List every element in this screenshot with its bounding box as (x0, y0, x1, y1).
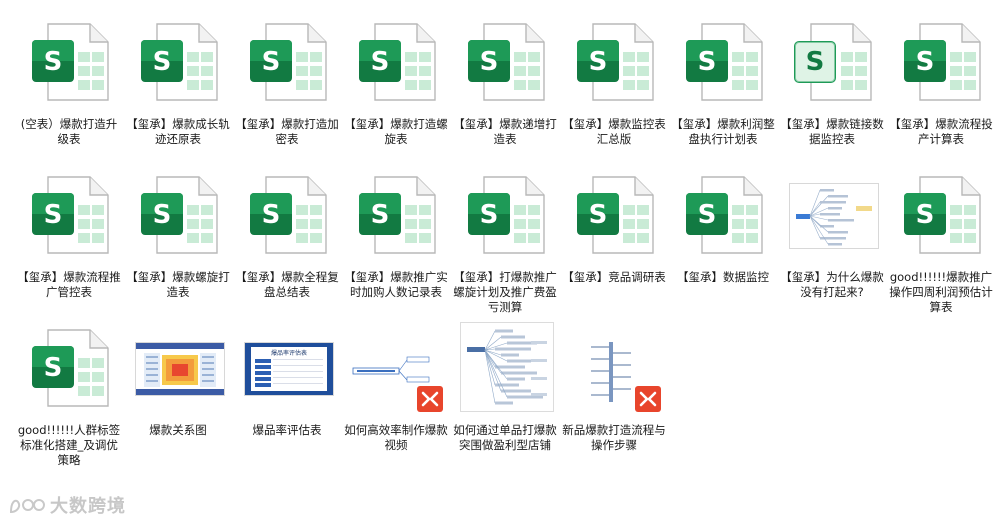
file-name: 【玺承】爆款推广实时加购人数记录表 (344, 270, 448, 299)
svg-text:S: S (589, 200, 608, 230)
file-item[interactable]: 爆品率评估表 爆品率评估表 (238, 320, 338, 438)
xmind-badge-icon (635, 386, 661, 412)
svg-text:S: S (44, 353, 63, 383)
excel-file-icon: S (674, 14, 774, 110)
file-item[interactable]: S 【玺承】爆款利润整盘执行计划表 (671, 14, 775, 147)
file-name: 【玺承】竞品调研表 (562, 270, 666, 284)
svg-text:S: S (153, 47, 172, 77)
file-name: 新品爆款打造流程与操作步骤 (562, 423, 666, 452)
file-name: good!!!!!!爆款推广操作四周利润预估计算表 (889, 270, 993, 314)
excel-file-icon: S (892, 14, 992, 110)
excel-file-icon: S (892, 167, 992, 263)
excel-file-icon: S (674, 167, 774, 263)
file-item[interactable]: 爆款关系图 (129, 320, 229, 438)
svg-text:S: S (153, 200, 172, 230)
watermark-text: 大数跨境 (50, 496, 126, 517)
file-name: 【玺承】爆款流程投产计算表 (889, 117, 993, 146)
file-name: 【玺承】打爆款推广螺旋计划及推广费盈亏测算 (453, 270, 557, 314)
excel-file-icon: S (238, 14, 338, 110)
file-item[interactable]: S good!!!!!!人群标签标准化搭建_及调优策略 (17, 320, 121, 468)
excel-file-icon: S (456, 14, 556, 110)
svg-text:S: S (698, 47, 717, 77)
file-name: 【玺承】爆款打造加密表 (235, 117, 339, 146)
svg-text:S: S (44, 47, 63, 77)
svg-text:S: S (806, 47, 825, 77)
file-item[interactable]: S 【玺承】爆款流程投产计算表 (889, 14, 993, 147)
svg-text:S: S (698, 200, 717, 230)
excel-file-icon: S (565, 167, 665, 263)
file-item[interactable]: S good!!!!!!爆款推广操作四周利润预估计算表 (889, 167, 993, 315)
excel-file-icon: S (565, 14, 665, 110)
file-item[interactable]: S 【玺承】爆款监控表 汇总版 (562, 14, 666, 147)
svg-text:S: S (262, 47, 281, 77)
file-item[interactable]: S 【玺承】竞品调研表 (562, 167, 666, 285)
file-name: 【玺承】爆款全程复盘总结表 (235, 270, 339, 299)
excel-file-icon: S (129, 167, 229, 263)
file-name: 【玺承】数据监控 (677, 270, 769, 284)
file-name: (空表）爆款打造升级表 (20, 117, 118, 146)
table-image-thumbnail-icon: 爆品率评估表 (238, 320, 338, 416)
excel-file-icon: S (238, 167, 338, 263)
file-name: 爆款关系图 (149, 423, 207, 437)
file-name: 【玺承】爆款递增打造表 (453, 117, 557, 146)
file-item[interactable]: S 【玺承】爆款打造加密表 (235, 14, 339, 147)
file-item[interactable]: S 【玺承】爆款流程推广管控表 (17, 167, 121, 300)
file-item[interactable]: 如何高效率制作爆款视频 (344, 320, 448, 453)
svg-text:爆品率评估表: 爆品率评估表 (271, 349, 307, 357)
file-item[interactable]: S 【玺承】爆款螺旋打造表 (126, 167, 230, 300)
file-item[interactable]: 如何通过单品打爆款突围做盈利型店铺 (453, 320, 557, 453)
excel-file-icon: S (456, 167, 556, 263)
file-item[interactable]: S 【玺承】爆款推广实时加购人数记录表 (344, 167, 448, 300)
file-item[interactable]: S 【玺承】爆款成长轨迹还原表 (126, 14, 230, 147)
chart-image-thumbnail-icon (129, 320, 229, 416)
file-name: good!!!!!!人群标签标准化搭建_及调优策略 (17, 423, 121, 467)
file-item[interactable]: S (空表）爆款打造升级表 (20, 14, 120, 147)
file-name: 【玺承】爆款螺旋打造表 (126, 270, 230, 299)
svg-text:S: S (371, 47, 390, 77)
file-item[interactable]: 新品爆款打造流程与操作步骤 (562, 320, 666, 453)
file-item[interactable]: S 【玺承】爆款链接数据监控表 (780, 14, 884, 147)
file-grid: S (空表）爆款打造升级表 S 【玺承】爆款成长轨迹还原表 S 【玺承】爆款打造 (0, 0, 998, 524)
file-item[interactable]: 【玺承】为什么爆款没有打起来? (780, 167, 884, 300)
file-item[interactable]: S 【玺承】爆款递增打造表 (453, 14, 557, 147)
xmind-badge-icon (417, 386, 443, 412)
file-name: 【玺承】爆款打造螺旋表 (344, 117, 448, 146)
file-name: 如何高效率制作爆款视频 (344, 423, 448, 452)
file-item[interactable]: S 【玺承】数据监控 (674, 167, 774, 285)
excel-file-icon: S (783, 14, 883, 110)
mindmap-thumbnail-icon (456, 320, 556, 416)
svg-text:S: S (44, 200, 63, 230)
watermark-logo-icon (9, 499, 45, 514)
xmind-file-icon (565, 320, 665, 416)
excel-file-icon: S (347, 167, 447, 263)
file-name: 【玺承】爆款利润整盘执行计划表 (671, 117, 775, 146)
file-name: 【玺承】爆款成长轨迹还原表 (126, 117, 230, 146)
file-name: 【玺承】爆款流程推广管控表 (17, 270, 121, 299)
excel-file-icon: S (129, 14, 229, 110)
excel-file-icon: S (20, 14, 120, 110)
excel-file-icon: S (20, 167, 120, 263)
file-name: 【玺承】爆款监控表 汇总版 (562, 117, 666, 146)
file-item[interactable]: S 【玺承】爆款全程复盘总结表 (235, 167, 339, 300)
mindmap-thumbnail-icon (783, 167, 883, 263)
file-name: 如何通过单品打爆款突围做盈利型店铺 (453, 423, 557, 452)
xmind-file-icon (347, 320, 447, 416)
file-name: 【玺承】为什么爆款没有打起来? (780, 270, 884, 299)
excel-file-icon: S (20, 320, 120, 416)
watermark: 大数跨境 (8, 492, 126, 518)
svg-text:S: S (480, 47, 499, 77)
svg-text:S: S (262, 200, 281, 230)
svg-text:S: S (480, 200, 499, 230)
svg-text:S: S (916, 200, 935, 230)
file-item[interactable]: S 【玺承】打爆款推广螺旋计划及推广费盈亏测算 (453, 167, 557, 315)
svg-text:S: S (916, 47, 935, 77)
svg-text:S: S (371, 200, 390, 230)
file-item[interactable]: S 【玺承】爆款打造螺旋表 (344, 14, 448, 147)
file-name: 爆品率评估表 (252, 423, 322, 437)
svg-text:S: S (589, 47, 608, 77)
excel-file-icon: S (347, 14, 447, 110)
file-name: 【玺承】爆款链接数据监控表 (780, 117, 884, 146)
